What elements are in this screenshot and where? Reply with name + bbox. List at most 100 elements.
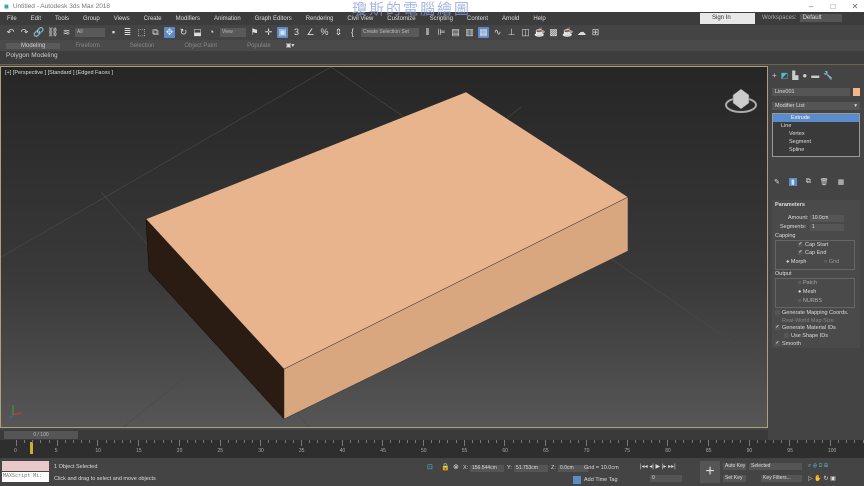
- modifier-list-dropdown[interactable]: Modifier List ▾: [772, 102, 860, 110]
- maximize-button[interactable]: □: [824, 2, 842, 11]
- make-unique-icon[interactable]: ⧉: [806, 178, 811, 186]
- minimize-button[interactable]: –: [802, 2, 820, 11]
- go-to-start-icon[interactable]: |◂◂: [640, 464, 648, 470]
- edit-named-sets-icon[interactable]: {: [347, 27, 358, 38]
- gen-material-ids-checkbox[interactable]: ✓ Generate Material IDs: [775, 325, 836, 331]
- maxscript-listener-top[interactable]: [2, 461, 49, 471]
- bind-space-warp-icon[interactable]: ≋: [61, 27, 72, 38]
- ref-coord-dropdown[interactable]: View: [220, 28, 246, 37]
- patch-radio[interactable]: ○ Patch: [798, 280, 817, 286]
- amount-spinner[interactable]: 10.0cm: [810, 215, 844, 222]
- named-selection-dropdown[interactable]: Create Selection Set: [361, 28, 419, 37]
- key-mode-dropdown[interactable]: Selected: [749, 463, 802, 470]
- selection-filter-dropdown[interactable]: All: [75, 28, 105, 37]
- menu-tools[interactable]: Tools: [48, 16, 76, 22]
- cap-end-checkbox[interactable]: ✓ Cap End: [798, 250, 826, 256]
- scale-icon[interactable]: ⬓: [192, 27, 203, 38]
- prev-frame-icon[interactable]: ◂|: [649, 464, 654, 470]
- rendered-frame-icon[interactable]: ▩: [548, 27, 559, 38]
- object-color-swatch[interactable]: [853, 88, 860, 96]
- display-tab-icon[interactable]: ▬: [811, 71, 819, 80]
- hierarchy-tab-icon[interactable]: ▙: [792, 71, 798, 80]
- scene-explorer-icon[interactable]: ▤: [450, 27, 461, 38]
- time-tag-icon[interactable]: [573, 476, 581, 484]
- rect-selection-icon[interactable]: ⬚: [136, 27, 147, 38]
- menu-views[interactable]: Views: [107, 16, 137, 22]
- object-name-field[interactable]: Line001: [772, 88, 850, 96]
- a360-gallery-icon[interactable]: ⊞: [590, 27, 601, 38]
- play-icon[interactable]: ▶: [656, 464, 661, 470]
- mesh-radio[interactable]: ● Mesh: [798, 289, 816, 295]
- viewport-label[interactable]: [+] [Perspective ] [Standard ] [Edged Fa…: [5, 70, 113, 76]
- time-marker[interactable]: [30, 442, 33, 454]
- render-setup-icon[interactable]: ☕: [534, 27, 545, 38]
- gen-mapping-checkbox[interactable]: Generate Mapping Coords.: [775, 310, 848, 316]
- motion-tab-icon[interactable]: ●: [802, 71, 807, 80]
- zoom-extents-all-icon[interactable]: ⊞: [824, 463, 828, 469]
- menu-edit[interactable]: Edit: [24, 16, 48, 22]
- zoom-extents-icon[interactable]: ⊡: [819, 463, 823, 469]
- add-time-tag-button[interactable]: Add Time Tag: [584, 477, 618, 483]
- isolate-icon[interactable]: ⊡: [427, 463, 433, 471]
- placement-icon[interactable]: ◔: [206, 27, 217, 38]
- stack-item-vertex[interactable]: Vertex: [773, 130, 859, 138]
- menu-create[interactable]: Create: [137, 16, 169, 22]
- layer-explorer-icon[interactable]: ▥: [464, 27, 475, 38]
- snap-3d-icon[interactable]: 3: [291, 27, 302, 38]
- workspace-select[interactable]: Default: [799, 14, 842, 22]
- auto-key-button[interactable]: Auto Key: [723, 463, 746, 470]
- zoom-all-icon[interactable]: ⊕: [813, 463, 817, 469]
- menu-animation[interactable]: Animation: [207, 16, 248, 22]
- smooth-checkbox[interactable]: ✓ Smooth: [775, 341, 801, 347]
- time-slider[interactable]: 0 / 100: [4, 431, 78, 439]
- configure-sets-icon[interactable]: ▦: [838, 178, 845, 186]
- render-icon[interactable]: ☕: [562, 27, 573, 38]
- close-button[interactable]: ✕: [846, 2, 864, 11]
- redo-icon[interactable]: ↷: [19, 27, 30, 38]
- unlink-icon[interactable]: ⛓: [47, 27, 58, 38]
- viewcube-icon[interactable]: [725, 88, 757, 113]
- tab-object-paint[interactable]: Object Paint: [169, 43, 232, 49]
- ribbon-toggle-icon[interactable]: ▦: [478, 27, 489, 38]
- pivot-icon[interactable]: ⚑: [249, 27, 260, 38]
- fov-icon[interactable]: ▷: [808, 476, 813, 482]
- move-icon[interactable]: ✥: [164, 27, 175, 38]
- show-end-result-icon[interactable]: ▮: [788, 178, 797, 186]
- align-icon[interactable]: ⊫: [436, 27, 447, 38]
- menu-graph-editors[interactable]: Graph Editors: [248, 16, 299, 22]
- menu-arnold[interactable]: Arnold: [495, 16, 526, 22]
- lock-icon[interactable]: 🔒: [441, 463, 450, 471]
- select-object-icon[interactable]: ▪: [108, 27, 119, 38]
- real-world-map-size-checkbox[interactable]: Real-World Map Size: [782, 318, 834, 324]
- stack-item-line[interactable]: Line: [773, 122, 859, 130]
- schematic-view-icon[interactable]: ⊥: [506, 27, 517, 38]
- segments-spinner[interactable]: 1: [810, 224, 844, 231]
- cap-start-checkbox[interactable]: ✓ Cap Start: [798, 242, 828, 248]
- polygon-modeling-label[interactable]: Polygon Modeling: [6, 52, 58, 59]
- manipulate-icon[interactable]: ✛: [263, 27, 274, 38]
- orbit-icon[interactable]: ↻: [823, 476, 828, 482]
- next-frame-icon[interactable]: |▸: [662, 464, 667, 470]
- tab-populate[interactable]: Populate: [232, 43, 286, 49]
- render-cloud-icon[interactable]: ☁: [576, 27, 587, 38]
- maxscript-input[interactable]: MAXScript Mi:: [2, 472, 49, 482]
- set-key-button[interactable]: Set Key: [723, 475, 746, 482]
- pin-stack-icon[interactable]: ✎: [774, 178, 780, 186]
- ribbon-options-icon[interactable]: ▣▾: [286, 42, 295, 49]
- material-editor-icon[interactable]: ◫: [520, 27, 531, 38]
- stack-item-extrude[interactable]: Extrude: [773, 114, 859, 122]
- menu-help[interactable]: Help: [526, 16, 552, 22]
- remove-modifier-icon[interactable]: 🗑: [820, 178, 829, 186]
- curve-editor-icon[interactable]: ∿: [492, 27, 503, 38]
- zoom-icon[interactable]: ⌕: [808, 463, 811, 469]
- modify-tab-icon[interactable]: ◩: [781, 71, 789, 80]
- nurbs-radio[interactable]: ○ NURBS: [798, 298, 822, 304]
- percent-snap-icon[interactable]: %: [319, 27, 330, 38]
- select-by-name-icon[interactable]: ≣: [122, 27, 133, 38]
- menu-file[interactable]: File: [0, 16, 24, 22]
- stack-item-segment[interactable]: Segment: [773, 138, 859, 146]
- sign-in-button[interactable]: Sign In: [700, 13, 755, 24]
- keyboard-shortcut-icon[interactable]: ▣: [277, 27, 288, 38]
- go-to-end-icon[interactable]: ▸▸|: [668, 464, 676, 470]
- create-tab-icon[interactable]: +: [772, 71, 777, 80]
